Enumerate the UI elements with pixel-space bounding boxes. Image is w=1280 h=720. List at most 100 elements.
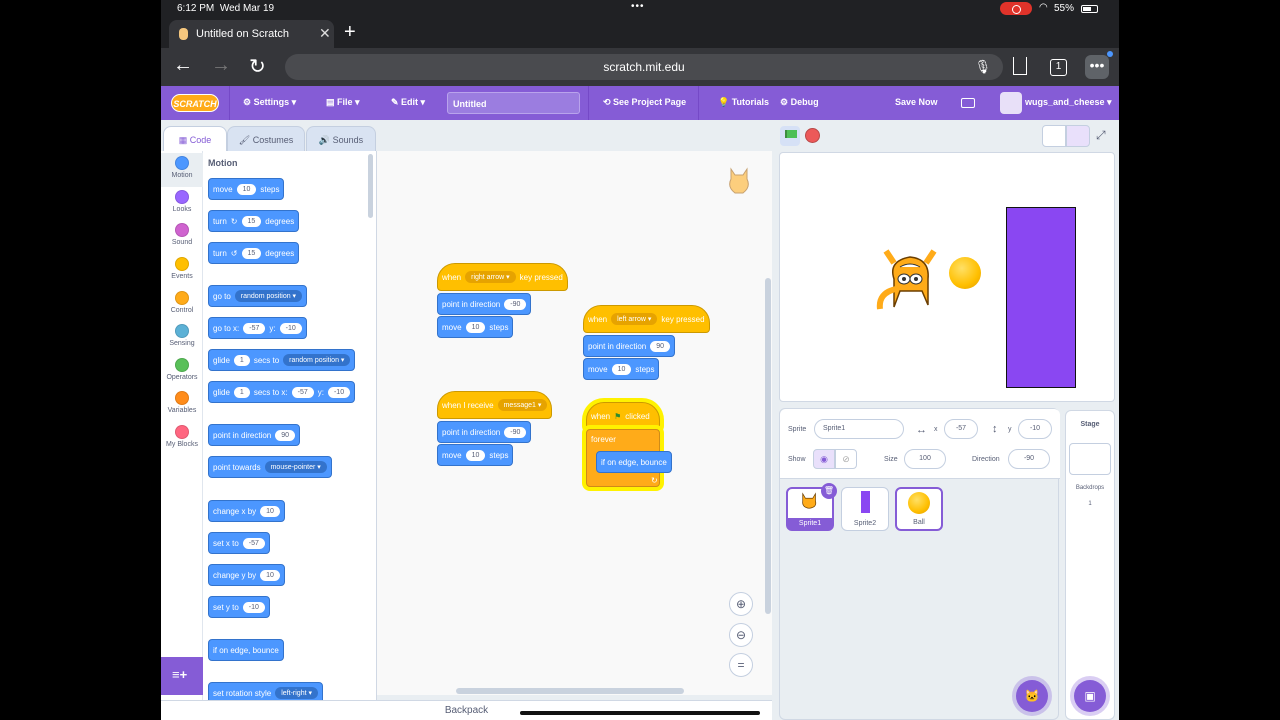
tab-title: Untitled on Scratch (196, 28, 289, 40)
x-label: x (934, 426, 938, 433)
close-icon[interactable]: ✕ (319, 25, 331, 42)
when-key-pressed-hat[interactable]: when right arrow ▾ key pressed (437, 263, 568, 291)
point-in-direction-block[interactable]: point in direction -90 (437, 421, 532, 443)
share-icon[interactable] (1013, 57, 1027, 75)
zoom-out-button[interactable]: ⊖ (729, 623, 753, 647)
glide-to-xy-block[interactable]: glide 1 secs to x: -57 y: -10 (208, 381, 356, 403)
point-in-direction-block[interactable]: point in direction 90 (208, 424, 301, 446)
reload-icon[interactable]: ↻ (249, 54, 266, 79)
more-menu-button[interactable]: ••• (1085, 51, 1113, 79)
category-motion[interactable]: Motion (161, 153, 203, 187)
y-field[interactable]: -10 (1018, 419, 1052, 439)
zoom-in-button[interactable]: ⊕ (729, 592, 753, 616)
hide-eye-icon[interactable]: ⊘ (835, 449, 857, 469)
user-avatar[interactable] (1000, 92, 1022, 114)
screen-record-icon[interactable] (1000, 2, 1032, 15)
green-flag-button[interactable] (780, 126, 800, 146)
point-towards-block[interactable]: point towards mouse-pointer ▾ (208, 456, 332, 478)
point-in-direction-block[interactable]: point in direction -90 (437, 293, 532, 315)
script-vertical-scrollbar[interactable] (765, 278, 771, 614)
back-arrow-icon[interactable]: ← (173, 54, 193, 77)
script-area[interactable]: when right arrow ▾ key pressed point in di… (377, 151, 772, 695)
scratch-logo[interactable]: SCRATCH (171, 94, 219, 112)
move-steps-block[interactable]: move 10 steps (437, 444, 514, 466)
backpack-bar[interactable]: Backpack (161, 700, 772, 720)
category-control[interactable]: Control (161, 288, 203, 322)
edit-menu[interactable]: ✎ Edit ▾ (391, 97, 425, 108)
set-y-block[interactable]: set y to -10 (208, 596, 270, 618)
large-stage-button[interactable] (1066, 125, 1090, 147)
ball-sprite[interactable] (949, 257, 981, 289)
green-flag-icon: ⚑ (614, 411, 622, 421)
delete-sprite-trash-icon[interactable]: 🗑 (821, 483, 837, 499)
glide-to-block[interactable]: glide 1 secs to random position ▾ (208, 349, 356, 371)
sprite-thumb-ball[interactable]: Ball (895, 487, 943, 531)
sprite2-paddle[interactable] (1006, 207, 1076, 388)
multitask-dots[interactable]: ••• (631, 1, 645, 12)
add-extension-button[interactable] (161, 657, 203, 695)
stage-canvas[interactable] (779, 152, 1115, 402)
tab-costumes[interactable]: 🖌 Costumes (227, 126, 305, 152)
palette-scrollbar[interactable] (368, 154, 373, 218)
palette-blocks: Motion move 10 steps turn ↻ 15 degrees turn ↺ 1… (203, 151, 375, 720)
settings-menu[interactable]: ⚙ Settings ▾ (243, 97, 296, 108)
tabs-count-button[interactable]: 1 (1050, 59, 1067, 76)
debug-button[interactable]: ⚙ Debug (780, 97, 819, 108)
fullscreen-icon[interactable]: ⤢ (1096, 128, 1106, 143)
go-to-xy-block[interactable]: go to x: -57 y: -10 (208, 317, 307, 339)
project-title-input[interactable]: Untitled (447, 92, 580, 114)
stop-button[interactable] (805, 128, 820, 143)
when-flag-clicked-hat[interactable]: when ⚑ clicked (586, 402, 660, 430)
set-x-block[interactable]: set x to -57 (208, 532, 270, 554)
script-horizontal-scrollbar[interactable] (456, 688, 684, 694)
show-visible-eye-icon[interactable]: ◉ (813, 449, 835, 469)
save-now-button[interactable]: Save Now (895, 97, 938, 107)
home-indicator[interactable] (520, 711, 760, 715)
category-sound[interactable]: Sound (161, 220, 203, 254)
forward-arrow-icon[interactable]: → (211, 54, 231, 77)
see-project-page-button[interactable]: ⟲ See Project Page (603, 97, 686, 108)
zoom-reset-button[interactable]: = (729, 653, 753, 677)
stage-target-panel[interactable]: Stage Backdrops 1 (1065, 410, 1115, 720)
tutorials-button[interactable]: 💡 Tutorials (718, 97, 769, 108)
x-field[interactable]: -57 (944, 419, 978, 439)
turn-left-block[interactable]: turn ↺ 15 degrees (208, 242, 300, 264)
when-i-receive-hat[interactable]: when I receive message1 ▾ (437, 391, 553, 419)
sprite-thumb-sprite2[interactable]: Sprite2 (841, 487, 889, 531)
category-sensing[interactable]: Sensing (161, 321, 203, 355)
move-steps-block[interactable]: move 10 steps (437, 316, 514, 338)
direction-field[interactable]: -90 (1008, 449, 1050, 469)
when-key-pressed-hat[interactable]: when left arrow ▾ key pressed (583, 305, 710, 333)
change-x-block[interactable]: change x by 10 (208, 500, 285, 522)
turn-right-block[interactable]: turn ↻ 15 degrees (208, 210, 300, 232)
sprite-name-field[interactable]: Sprite1 (814, 419, 904, 439)
small-stage-button[interactable] (1042, 125, 1066, 147)
category-my-blocks[interactable]: My Blocks (161, 422, 203, 456)
user-menu[interactable]: wugs_and_cheese ▾ (1025, 97, 1112, 108)
category-looks[interactable]: Looks (161, 187, 203, 221)
url-field[interactable]: scratch.mit.edu 🎙 (285, 54, 1003, 80)
file-menu[interactable]: ▤ File ▾ (326, 97, 360, 108)
add-sprite-cat-icon[interactable]: 🐱 (1016, 680, 1048, 712)
microphone-icon[interactable]: 🎙 (974, 54, 991, 80)
category-events[interactable]: Events (161, 254, 203, 288)
browser-tab[interactable]: Untitled on Scratch ✕ (169, 20, 334, 48)
cat-sprite[interactable] (874, 247, 940, 319)
stage-thumbnail[interactable] (1069, 443, 1111, 475)
tab-code[interactable]: ▦ Code (163, 126, 227, 152)
my-stuff-folder-icon[interactable] (961, 98, 975, 108)
size-field[interactable]: 100 (904, 449, 946, 469)
category-operators[interactable]: Operators (161, 355, 203, 389)
if-on-edge-bounce-block[interactable]: if on edge, bounce (208, 639, 284, 661)
point-in-direction-block[interactable]: point in direction 90 (583, 335, 676, 357)
move-steps-block[interactable]: move 10 steps (583, 358, 660, 380)
go-to-block[interactable]: go to random position ▾ (208, 285, 308, 307)
divider (698, 86, 699, 120)
add-backdrop-image-icon[interactable]: ▣ (1074, 680, 1106, 712)
category-variables[interactable]: Variables (161, 388, 203, 422)
if-on-edge-bounce-block[interactable]: if on edge, bounce (596, 451, 672, 473)
tab-sounds[interactable]: 🔊 Sounds (306, 126, 376, 152)
change-y-block[interactable]: change y by 10 (208, 564, 285, 586)
new-tab-icon[interactable]: + (344, 21, 356, 44)
move-steps-block[interactable]: move 10 steps (208, 178, 285, 200)
